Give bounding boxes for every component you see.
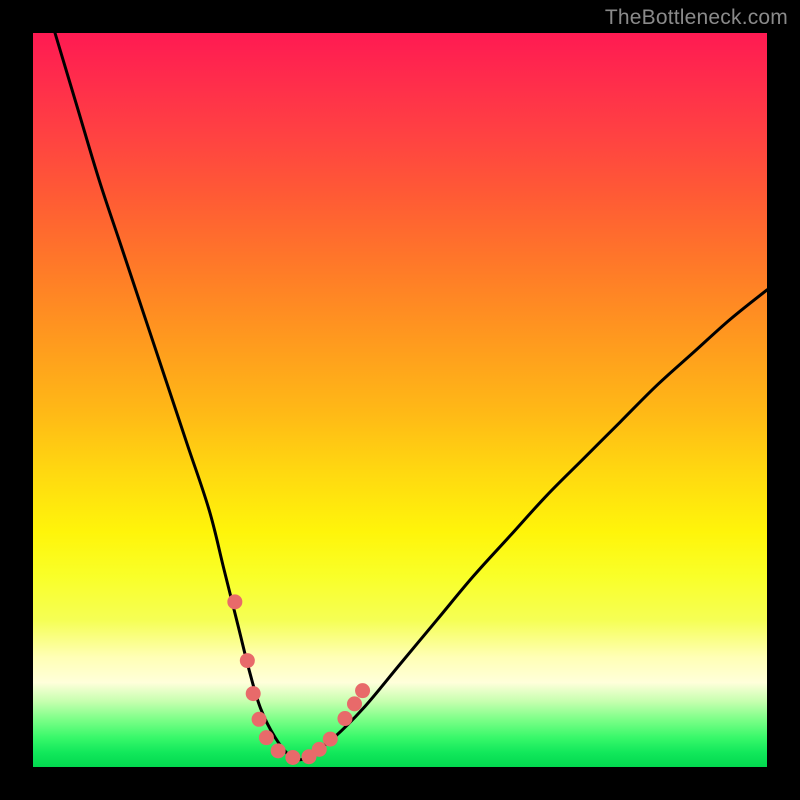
watermark-text: TheBottleneck.com: [605, 6, 788, 30]
curve-marker: [227, 594, 242, 609]
chart-frame: TheBottleneck.com: [0, 0, 800, 800]
curve-marker: [252, 712, 267, 727]
bottleneck-curve-path: [55, 33, 767, 760]
curve-marker: [312, 742, 327, 757]
curve-marker: [337, 711, 352, 726]
curve-marker: [285, 750, 300, 765]
curve-marker: [355, 683, 370, 698]
chart-plot-area: [33, 33, 767, 767]
curve-marker: [347, 696, 362, 711]
curve-marker: [246, 686, 261, 701]
curve-marker: [240, 653, 255, 668]
bottleneck-curve: [55, 33, 767, 760]
curve-markers: [227, 594, 370, 765]
chart-svg: [33, 33, 767, 767]
curve-marker: [271, 743, 286, 758]
curve-marker: [323, 732, 338, 747]
curve-marker: [259, 730, 274, 745]
